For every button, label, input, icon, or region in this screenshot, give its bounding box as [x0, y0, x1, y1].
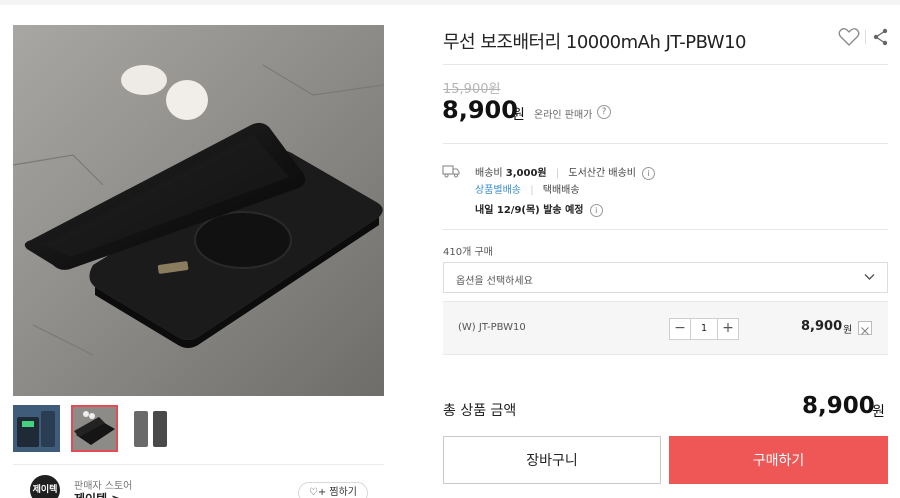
sale-price: 8,900 [442, 96, 518, 124]
dispatch-line: 내일 12/9(목) 발송 예정 i [475, 201, 603, 217]
heart-plus-icon: ♡+ [308, 487, 327, 498]
quantity-minus-button[interactable]: − [670, 319, 691, 339]
product-title: 무선 보조배터리 10000mAh JT-PBW10 [443, 32, 747, 53]
price-help-icon[interactable]: ? [597, 105, 611, 119]
close-icon [861, 327, 869, 335]
quantity-plus-button[interactable]: + [717, 319, 738, 339]
remove-option-button[interactable] [858, 321, 872, 335]
selected-option-name: (W) JT-PBW10 [458, 322, 526, 333]
shipping-method-type: 택배배송 [542, 185, 580, 196]
quantity-stepper: − 1 + [669, 318, 739, 340]
remote-fee-label: 도서산간 배송비 [568, 168, 636, 179]
original-price: 15,900원 [443, 82, 501, 97]
online-price-label: 온라인 판매가 [534, 110, 593, 121]
main-product-image[interactable] [13, 25, 384, 396]
shipping-fee-line: 배송비 3,000원 | 도서산간 배송비 i [475, 164, 656, 180]
add-to-cart-button[interactable]: 장바구니 [443, 436, 661, 484]
top-divider [0, 0, 900, 5]
selected-option-price: 8,900 [801, 319, 843, 334]
total-price-label: 총 상품 금액 [443, 403, 517, 419]
seller-store-row: 제이텍 판매자 스토어 제이텍 > ♡+ 찜하기 [13, 464, 384, 498]
selected-option-row: (W) JT-PBW10 − 1 + 8,900 원 [443, 301, 888, 355]
share-icon[interactable] [872, 28, 889, 46]
price-divider-line [443, 143, 888, 144]
remote-fee-info-icon[interactable]: i [642, 166, 656, 180]
truck-icon [442, 165, 460, 178]
dispatch-text: 내일 12/9(목) 발송 예정 [475, 205, 584, 216]
sale-price-unit: 원 [512, 107, 525, 123]
option-select-placeholder: 옵션을 선택하세요 [456, 276, 533, 287]
option-select-dropdown[interactable]: 옵션을 선택하세요 [443, 262, 888, 293]
shipping-method-line: 상품별배송 | 택배배송 [475, 185, 580, 196]
thumbnail-3[interactable] [129, 405, 176, 452]
selected-option-unit: 원 [843, 325, 853, 336]
title-divider [865, 30, 866, 44]
heart-icon[interactable] [838, 27, 860, 47]
seller-name-link[interactable]: 제이텍 > [74, 490, 121, 498]
follow-store-label: 찜하기 [329, 487, 357, 498]
shipping-fee-label: 배송비 [475, 168, 503, 179]
follow-store-button[interactable]: ♡+ 찜하기 [297, 482, 368, 498]
purchase-count: 410개 구매 [443, 247, 493, 258]
total-price: 8,900 [802, 393, 875, 419]
total-price-unit: 원 [872, 404, 885, 420]
thumbnail-2[interactable] [71, 405, 118, 452]
chevron-down-icon [864, 274, 875, 280]
shipping-divider-line [443, 229, 888, 230]
dispatch-info-icon[interactable]: i [589, 203, 603, 217]
seller-logo[interactable]: 제이텍 [30, 475, 60, 498]
shipping-fee-value: 3,000원 [505, 168, 547, 179]
thumbnail-1[interactable] [13, 405, 60, 452]
title-divider-line [443, 64, 888, 65]
shipping-method-link[interactable]: 상품별배송 [475, 185, 521, 196]
buy-now-button[interactable]: 구매하기 [669, 436, 888, 484]
quantity-value[interactable]: 1 [691, 319, 717, 339]
